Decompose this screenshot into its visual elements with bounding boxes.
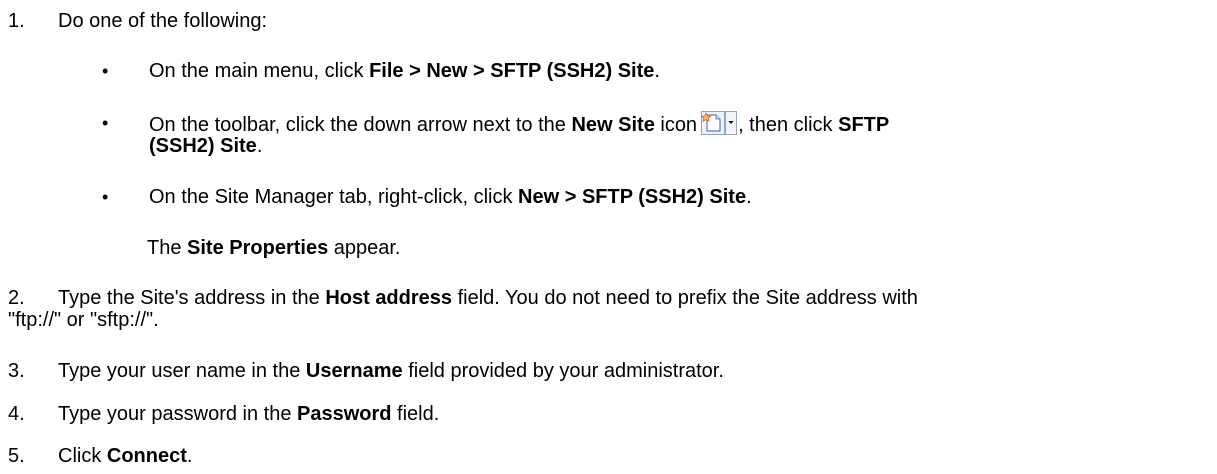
username-label: Username	[305, 360, 403, 382]
new-site-icon	[701, 111, 738, 135]
host-address-label: Host address	[325, 287, 453, 309]
connect-label: Connect	[106, 445, 187, 467]
step-number: 1.	[8, 10, 25, 32]
bullet: •	[102, 187, 109, 207]
step-number: 2.	[8, 287, 25, 309]
step-text: Type your password in the Password field…	[58, 403, 440, 425]
new-site-label: New Site	[571, 114, 655, 136]
step-text: Type your user name in the Username fiel…	[58, 360, 724, 382]
menu-path: File > New > SFTP (SSH2) Site	[369, 60, 655, 82]
step-number: 4.	[8, 403, 25, 425]
step-text: Type the Site's address in the Host addr…	[58, 287, 918, 309]
step-number: 3.	[8, 360, 25, 382]
sftp-site-label: (SSH2) Site	[149, 135, 257, 157]
bullet: •	[102, 61, 109, 81]
menu-path: New > SFTP (SSH2) Site	[518, 186, 747, 208]
option-text: On the Site Manager tab, right-click, cl…	[149, 186, 752, 208]
password-label: Password	[297, 403, 392, 425]
site-properties-label: Site Properties	[187, 237, 329, 259]
option-text: On the main menu, click File > New > SFT…	[149, 60, 660, 82]
step-text-continued: "ftp://" or "sftp://".	[8, 309, 159, 331]
step-text: Click Connect.	[58, 445, 193, 467]
step-number: 5.	[8, 445, 25, 467]
bullet: •	[102, 113, 109, 133]
step-text: Do one of the following:	[58, 10, 268, 32]
